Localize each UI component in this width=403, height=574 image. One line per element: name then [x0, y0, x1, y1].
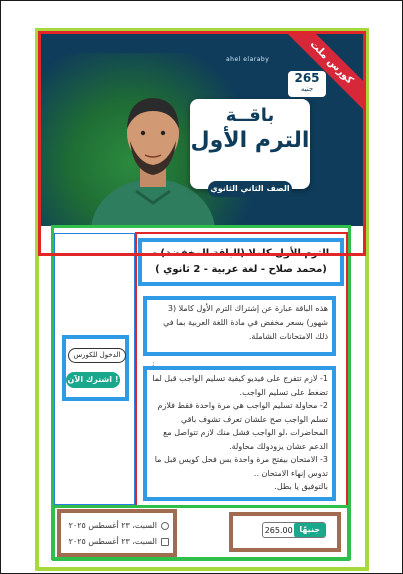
- clock-icon: [161, 522, 169, 530]
- price-currency: جنيهًا: [294, 523, 325, 537]
- note-3: 3- الامتحان بيفتح مرة واحدة بس فحل كويس …: [154, 455, 328, 478]
- start-date: السبت، ٢٣ أغسطس ٢٠٢٥: [68, 521, 157, 530]
- course-dates: السبت، ٢٣ أغسطس ٢٠٢٥ السبت، ٢٣ أغسطس ٢٠٢…: [57, 509, 177, 557]
- actions-group: [62, 335, 129, 401]
- calendar-icon: [161, 538, 169, 546]
- course-price: جنيهًا 265.00: [262, 522, 326, 538]
- banner-title-line2: الترم الأول: [190, 128, 310, 153]
- end-date-row: السبت، ٢٣ أغسطس ٢٠٢٥: [65, 534, 169, 550]
- price-badge: 265 جنيه: [288, 71, 326, 97]
- end-date: السبت، ٢٣ أغسطس ٢٠٢٥: [68, 537, 157, 546]
- course-description: هذه الباقة عبارة عن إشتراك الترم الأول ك…: [143, 296, 336, 356]
- banner-title-card: باقــة الترم الأول الصف الثاني الثانوي: [190, 99, 310, 197]
- price-badge-unit: جنيه: [300, 85, 314, 93]
- subscribe-button[interactable]: اشترك الآن !: [66, 372, 120, 388]
- course-title: الترم الأول كاملا (الباقة المخفضة) - (مح…: [138, 238, 344, 286]
- course-banner: ahel elaraby كورس ملت 265 جنيه باقــة ال…: [40, 33, 364, 226]
- note-2: 2- محاولة تسليم الواجب هي مرة واحدة فقط …: [157, 401, 328, 451]
- banner-title-line1: باقــة: [225, 105, 275, 126]
- enter-course-button[interactable]: الدخول للكورس: [68, 348, 126, 363]
- note-1: 1- لازم تتفرج على فيديو كيفية تسليم الوا…: [152, 374, 328, 397]
- banner-logo: ahel elaraby: [226, 56, 270, 63]
- price-amount: 265.00: [264, 525, 293, 535]
- banner-grade-label: الصف الثاني الثانوي: [208, 181, 292, 197]
- start-date-row: السبت، ٢٣ أغسطس ٢٠٢٥: [65, 518, 169, 534]
- note-closing: بالتوفيق يا بطل.: [274, 482, 328, 491]
- price-badge-number: 265: [294, 71, 320, 85]
- course-notes: 1- لازم تتفرج على فيديو كيفية تسليم الوا…: [143, 366, 336, 501]
